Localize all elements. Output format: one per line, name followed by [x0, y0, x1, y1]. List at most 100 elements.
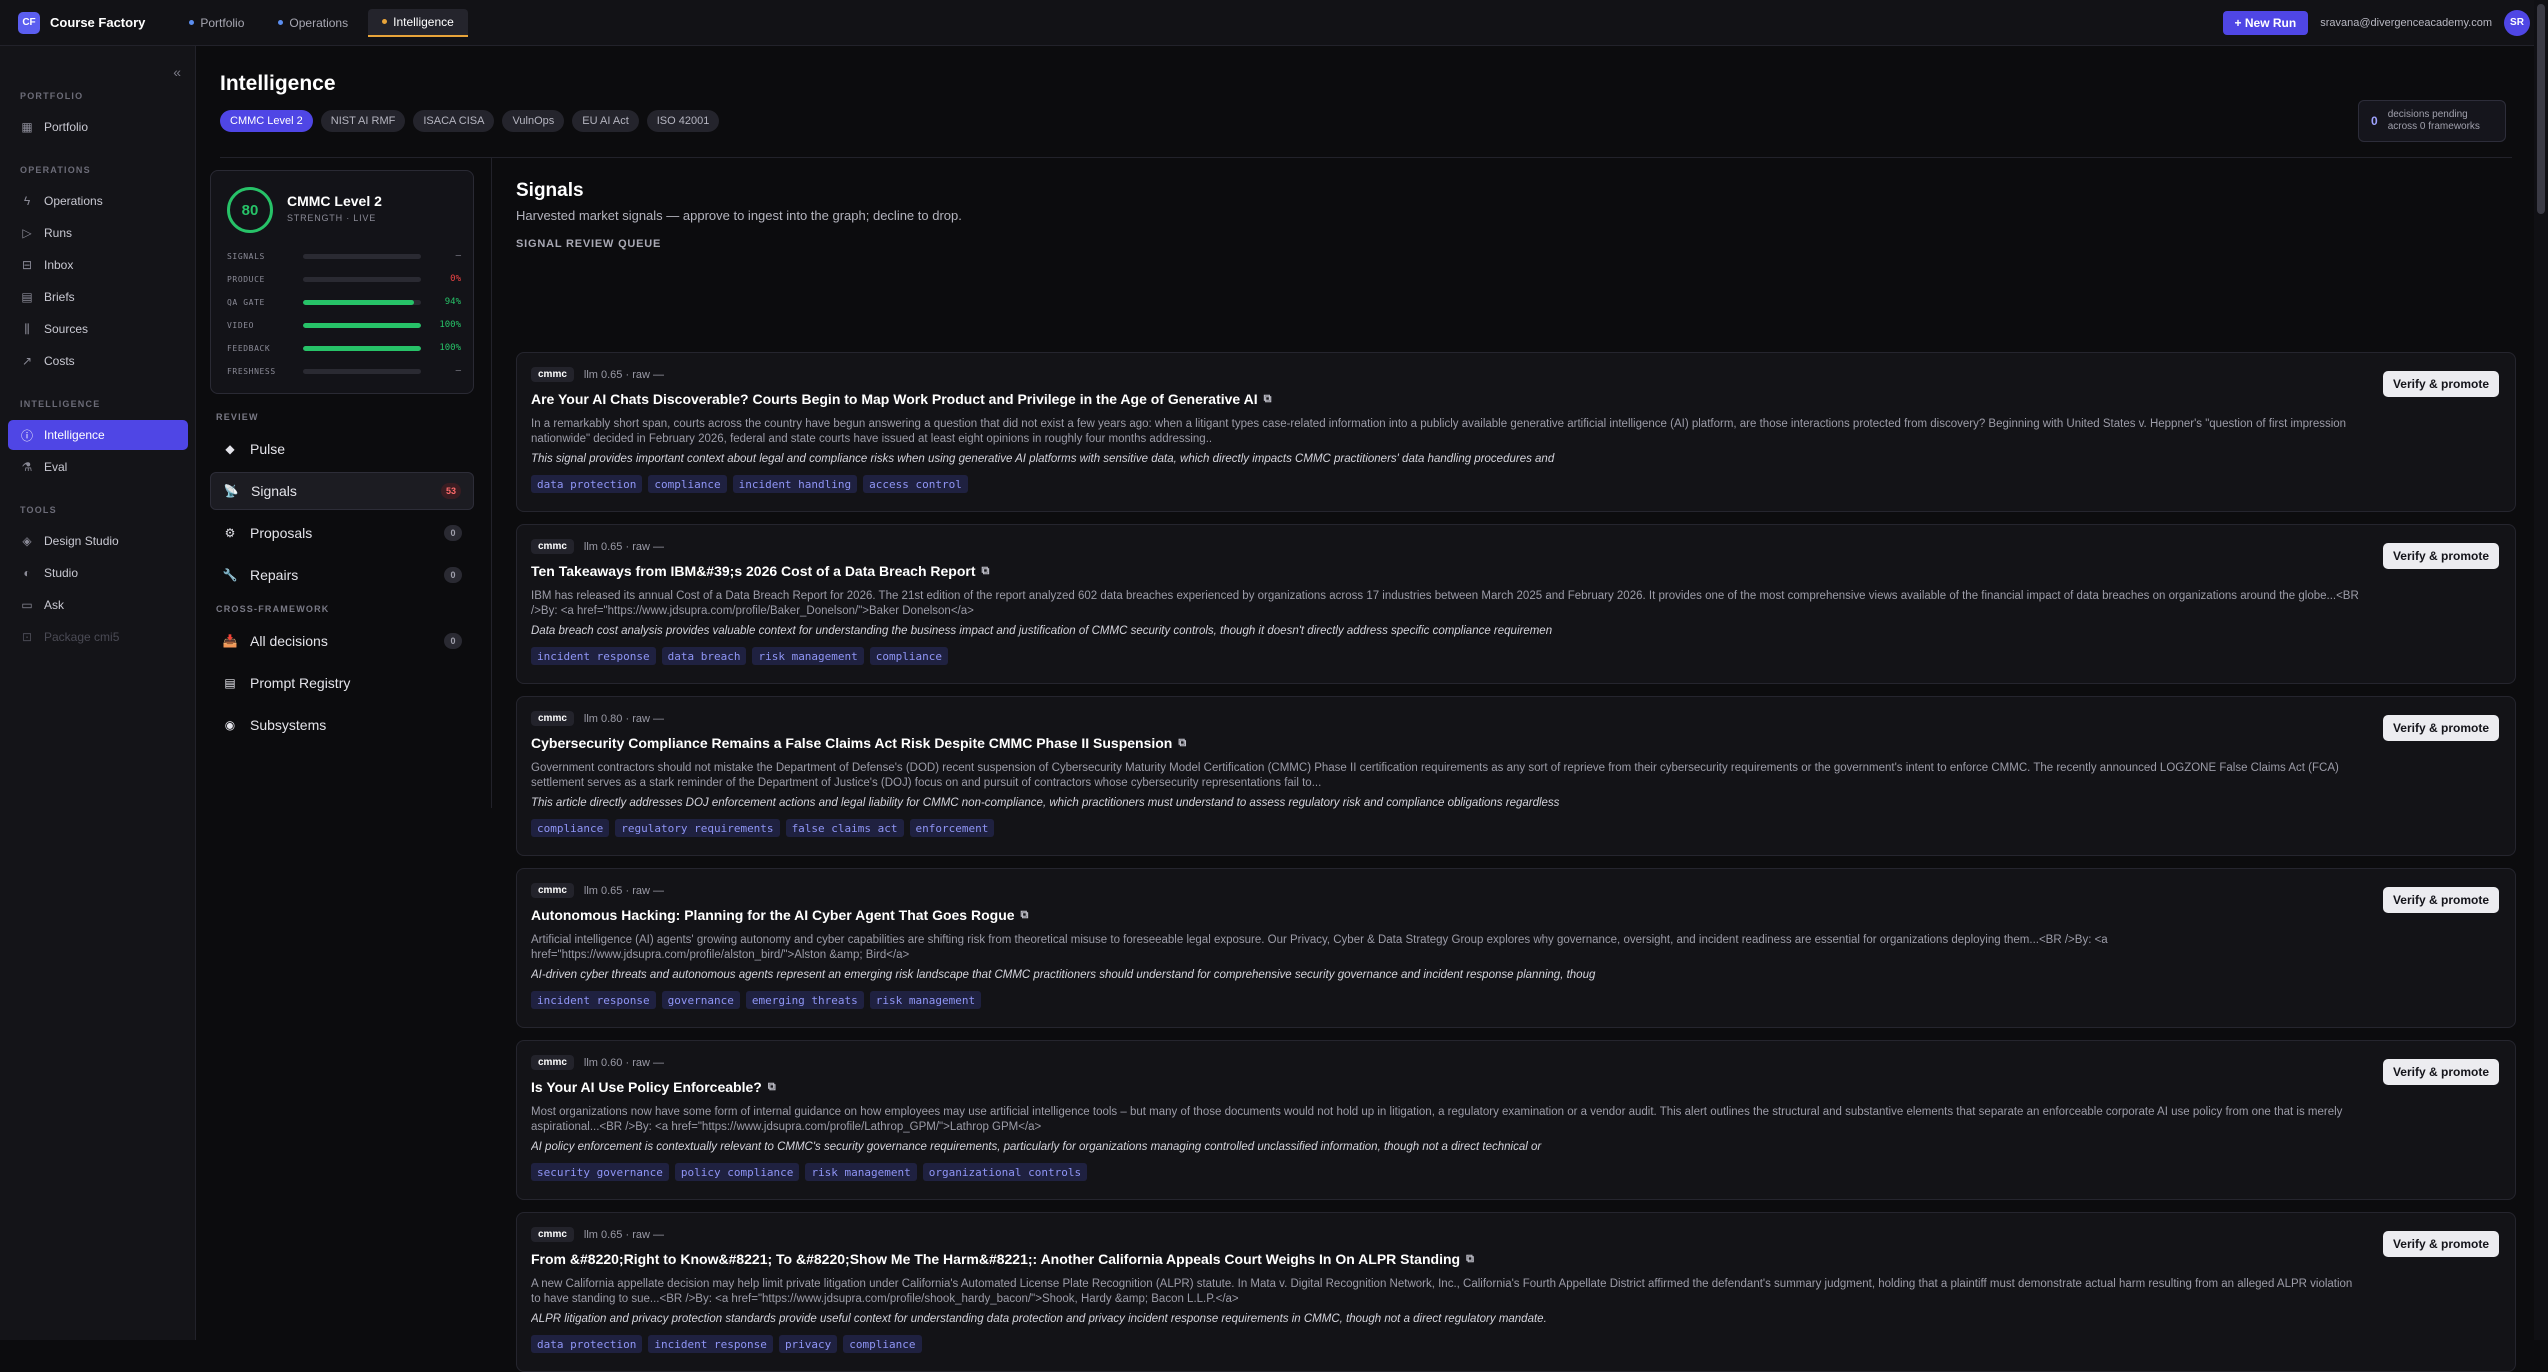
strength-metric: FEEDBACK 100% [227, 341, 461, 355]
sidebar-item-operations[interactable]: ϟ Operations [8, 186, 188, 216]
signal-source-badge: cmmc [531, 711, 574, 726]
sidebar-item-intelligence[interactable]: ⓘ Intelligence [8, 420, 188, 450]
avatar[interactable]: SR [2504, 9, 2530, 36]
external-link-icon[interactable]: ⧉ [982, 565, 990, 578]
inbox-tray-icon: 📥 [222, 634, 238, 648]
sidebar-item-portfolio[interactable]: ▦ Portfolio [8, 112, 188, 142]
external-link-icon[interactable]: ⧉ [1264, 393, 1272, 406]
metric-bar-fill [303, 345, 421, 351]
metric-bar [303, 368, 421, 374]
verify-promote-button[interactable]: Verify & promote [2382, 1059, 2499, 1085]
page-scrollbar[interactable] [2534, 0, 2548, 1340]
metric-value: 100% [439, 320, 461, 330]
collapse-icon[interactable]: « [173, 64, 181, 80]
top-nav: Portfolio Operations Intelligence [175, 8, 468, 37]
sidebar-item-design-studio[interactable]: ◈ Design Studio [8, 526, 188, 556]
review-item-label: Proposals [250, 525, 313, 541]
external-link-icon[interactable]: ⧉ [768, 1081, 776, 1094]
signal-title: From &#8220;Right to Know&#8221; To &#82… [531, 1251, 1461, 1267]
sidebar-item-label: Ask [44, 598, 65, 612]
scroll-thumb[interactable] [2537, 4, 2545, 214]
trend-icon: ↗ [21, 354, 33, 368]
signal-description: Artificial intelligence (AI) agents' gro… [531, 934, 2108, 961]
verify-promote-button[interactable]: Verify & promote [2382, 543, 2499, 569]
signal-title: Are Your AI Chats Discoverable? Courts B… [531, 391, 1258, 407]
signal-description: A new California appellate decision may … [531, 1278, 2353, 1305]
review-item-pulse[interactable]: ◆ Pulse [210, 430, 474, 468]
framework-tab[interactable]: EU AI Act [572, 110, 639, 132]
signal-tag: data protection [531, 475, 643, 493]
review-item-signals[interactable]: 📡 Signals 53 [210, 472, 474, 510]
cross-item-all-decisions[interactable]: 📥 All decisions 0 [210, 622, 474, 660]
signal-title-link[interactable]: Are Your AI Chats Discoverable? Courts B… [531, 391, 1271, 407]
sidebar-item-package: ⊡ Package cmi5 [8, 622, 188, 652]
nav-tab-intelligence[interactable]: Intelligence [368, 8, 468, 37]
play-icon: ▷ [22, 226, 32, 240]
signal-relevance-note: Data breach cost analysis provides valua… [531, 625, 1553, 637]
signal-title-link[interactable]: Autonomous Hacking: Planning for the AI … [531, 907, 1028, 923]
sidebar-item-costs[interactable]: ↗ Costs [8, 346, 188, 376]
signal-title-link[interactable]: Ten Takeaways from IBM&#39;s 2026 Cost o… [531, 563, 989, 579]
wrench-icon: 🔧 [222, 568, 238, 582]
signal-tag: compliance [869, 647, 949, 665]
signal-title: Is Your AI Use Policy Enforceable? [531, 1079, 762, 1095]
brand-logo: CF [18, 11, 40, 34]
signal-source-badge: cmmc [531, 883, 574, 898]
metric-bar [303, 299, 421, 305]
metric-label: PRODUCE [227, 274, 265, 284]
cross-item-prompt-registry[interactable]: ▤ Prompt Registry [210, 664, 474, 702]
signal-tag: incident response [531, 991, 656, 1009]
signal-title-link[interactable]: Is Your AI Use Policy Enforceable? ⧉ [531, 1079, 776, 1095]
info-circle-icon: ⓘ [20, 428, 33, 443]
framework-tab[interactable]: ISACA CISA [413, 110, 495, 132]
strength-framework-name: CMMC Level 2 [287, 193, 382, 209]
sidebar-section-intelligence: INTELLIGENCE [20, 399, 101, 409]
signal-relevance-note: ALPR litigation and privacy protection s… [531, 1313, 1547, 1325]
sidebar-item-inbox[interactable]: ⊟ Inbox [8, 250, 188, 280]
review-section-title: REVIEW [216, 412, 259, 422]
signal-tag: privacy [778, 1335, 838, 1353]
sidebar-section-tools: TOOLS [20, 505, 57, 515]
external-link-icon[interactable]: ⧉ [1466, 1253, 1474, 1266]
signal-tags: security governance policy compliance risk… [531, 1163, 1088, 1181]
framework-tab[interactable]: CMMC Level 2 [220, 110, 313, 132]
verify-promote-button[interactable]: Verify & promote [2382, 887, 2499, 913]
cross-item-subsystems[interactable]: ◉ Subsystems [210, 706, 474, 744]
external-link-icon[interactable]: ⧉ [1021, 909, 1029, 922]
metric-value: — [455, 251, 461, 261]
external-link-icon[interactable]: ⧉ [1178, 737, 1186, 750]
decisions-count-badge: 0 [444, 633, 462, 649]
verify-promote-button[interactable]: Verify & promote [2382, 1231, 2499, 1257]
framework-tab[interactable]: NIST AI RMF [320, 110, 406, 132]
nav-tab-operations[interactable]: Operations [264, 9, 362, 37]
review-item-proposals[interactable]: ⚙ Proposals 0 [210, 514, 474, 552]
proposals-count-badge: 0 [444, 525, 462, 541]
sidebar-item-sources[interactable]: ⫼ Sources [8, 314, 188, 344]
metric-label: VIDEO [227, 320, 255, 330]
new-run-button[interactable]: + New Run [2222, 10, 2309, 35]
review-item-repairs[interactable]: 🔧 Repairs 0 [210, 556, 474, 594]
signal-meta-line: cmmc llm 0.65 · raw — [531, 367, 664, 382]
signal-tag: security governance [531, 1163, 669, 1181]
review-item-label: Repairs [250, 567, 299, 583]
sidebar-item-eval[interactable]: ⚗ Eval [8, 452, 188, 482]
signal-source-badge: cmmc [531, 539, 574, 554]
signal-title-link[interactable]: Cybersecurity Compliance Remains a False… [531, 735, 1186, 751]
metric-label: FEEDBACK [227, 343, 271, 353]
verify-promote-button[interactable]: Verify & promote [2382, 715, 2499, 741]
sidebar-section-operations: OPERATIONS [20, 165, 91, 175]
intelligence-nav-panel: 80 CMMC Level 2 STRENGTH · LIVE SIGNALS —… [196, 158, 492, 808]
brand[interactable]: CF Course Factory [18, 11, 145, 34]
sidebar-item-runs[interactable]: ▷ Runs [8, 218, 188, 248]
nav-tab-portfolio[interactable]: Portfolio [175, 9, 258, 37]
signal-card: cmmc llm 0.65 · raw — From &#8220;Right to… [516, 1212, 2516, 1372]
sidebar-item-studio[interactable]: ◐ Studio [8, 558, 188, 588]
sidebar-item-briefs[interactable]: ▤ Briefs [8, 282, 188, 312]
sidebar-item-ask[interactable]: ▭ Ask [8, 590, 188, 620]
framework-tab[interactable]: VulnOps [502, 110, 565, 132]
framework-tab[interactable]: ISO 42001 [646, 110, 720, 132]
signal-title-link[interactable]: From &#8220;Right to Know&#8221; To &#82… [531, 1251, 1474, 1267]
signal-relevance-note: AI-driven cyber threats and autonomous a… [531, 969, 1596, 981]
verify-promote-button[interactable]: Verify & promote [2382, 371, 2499, 397]
signal-relevance-note: This signal provides important context a… [531, 453, 1555, 465]
